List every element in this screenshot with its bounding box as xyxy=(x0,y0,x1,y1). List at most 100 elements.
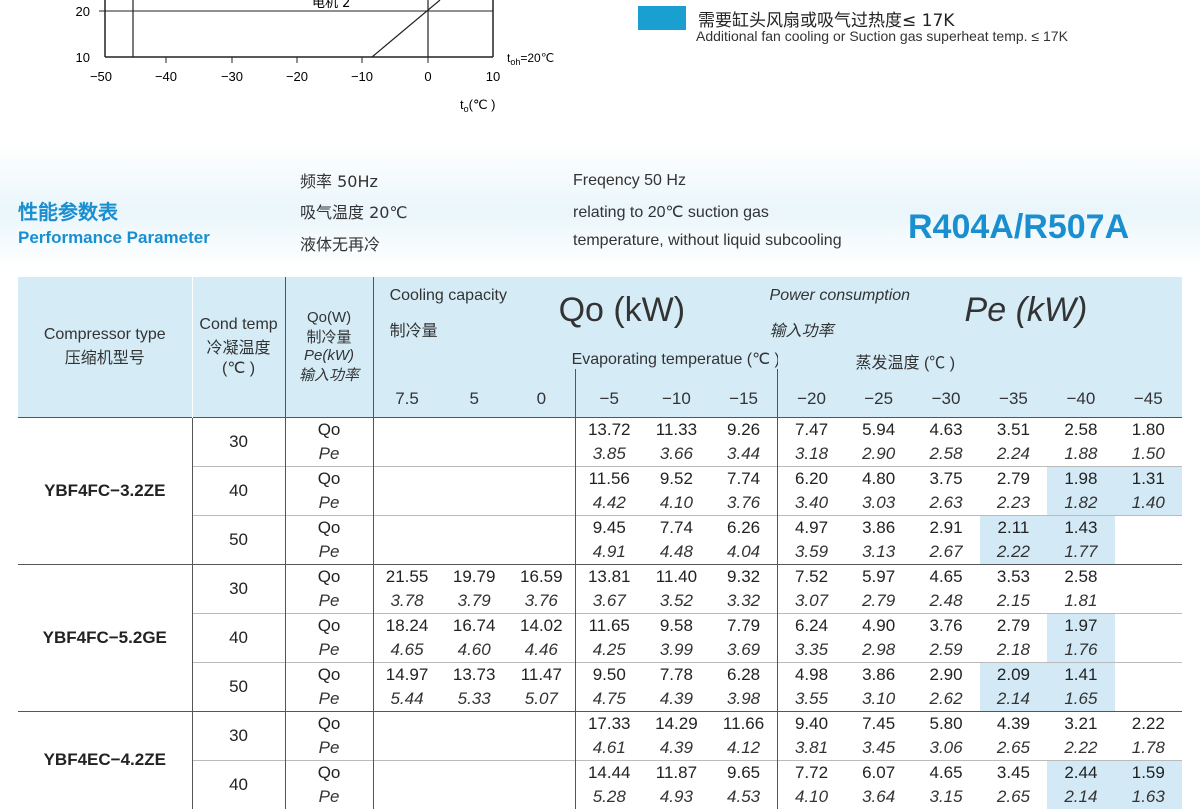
data-cell: 7.72 4.10 xyxy=(777,759,845,809)
qo-value: 9.40 xyxy=(794,713,829,733)
data-cell: 17.33 4.61 xyxy=(574,710,643,760)
qo-value: 6.26 xyxy=(727,517,761,537)
table-row: 50 Qo Pe 14.97 5.44 13.73 5.33 11.47 5.07 9.50 4.7… xyxy=(18,661,1182,711)
data-cell: 3.86 3.13 xyxy=(844,514,913,564)
cooling-capacity-en: Cooling capacity xyxy=(389,287,507,304)
pe-label: Pe xyxy=(318,492,340,512)
pe-value: 2.48 xyxy=(929,590,963,610)
qo-value: 1.31 xyxy=(1131,468,1165,488)
data-cell: 4.98 3.55 xyxy=(777,661,845,711)
qo-value: 4.65 xyxy=(929,566,963,586)
pe-value: 1.82 xyxy=(1064,492,1098,512)
qo-value: 6.20 xyxy=(794,468,829,488)
pe-value: 3.03 xyxy=(862,492,896,512)
pe-value: 1.40 xyxy=(1131,492,1165,512)
condition-cn: 吸气温度 20℃ xyxy=(300,203,408,222)
header-qo-w: Qo(W) xyxy=(306,308,352,326)
pe-value: 5.44 xyxy=(390,688,424,708)
x-tick-label: −40 xyxy=(155,69,177,84)
pe-value: 4.91 xyxy=(592,541,626,561)
qo-value: 11.33 xyxy=(655,419,698,439)
data-cell: 16.59 3.76 xyxy=(507,563,576,613)
evap-temp-header: −10 xyxy=(642,369,711,417)
data-cell: 9.26 3.44 xyxy=(710,416,778,466)
pe-value: 3.07 xyxy=(794,590,829,610)
qo-pe-labels: Qo Pe xyxy=(284,759,374,809)
cond-temp-value: 50 xyxy=(191,514,286,564)
pe-value: 3.35 xyxy=(794,639,829,659)
data-cell: 7.47 3.18 xyxy=(777,416,845,466)
data-cell: 3.45 2.65 xyxy=(979,759,1048,809)
data-cell: 11.56 4.42 xyxy=(574,465,643,515)
header-cond-unit: (℃ ) xyxy=(222,359,256,377)
qo-value: 16.74 xyxy=(452,615,496,635)
data-cell: 9.45 4.91 xyxy=(574,514,643,564)
pe-label: Pe xyxy=(318,590,340,610)
data-cell: 14.44 5.28 xyxy=(574,759,643,809)
qo-value: 2.90 xyxy=(929,664,963,684)
qo-value: 9.52 xyxy=(659,468,693,488)
table-row: 40 Qo Pe 11.56 4.42 9.52 4.10 7.74 3.76 6.20 3.40 4… xyxy=(18,465,1182,515)
table-row: 50 Qo Pe 9.45 4.91 7.74 4.48 6.26 4.04 4.97 3.59 3.… xyxy=(18,514,1182,564)
pe-value: 1.50 xyxy=(1131,443,1165,463)
qo-value: 6.28 xyxy=(727,664,761,684)
qo-value: 4.97 xyxy=(794,517,829,537)
data-cell: 9.58 3.99 xyxy=(642,612,711,662)
qo-value: 19.79 xyxy=(452,566,496,586)
qo-value: 2.11 xyxy=(997,517,1030,537)
qo-value: 7.74 xyxy=(727,468,761,488)
qo-value: 7.78 xyxy=(659,664,693,684)
data-cell: 1.97 1.76 xyxy=(1047,612,1115,662)
evap-temp-header: −5 xyxy=(574,369,643,417)
qo-value: 11.66 xyxy=(722,713,765,733)
qo-value: 16.59 xyxy=(520,566,563,586)
pe-value: 3.18 xyxy=(794,443,829,463)
data-cell: 21.55 3.78 xyxy=(373,563,441,613)
y-tick-label: 20 xyxy=(76,4,90,19)
condition-cn: 频率 50Hz xyxy=(300,172,378,191)
x-tick-label: −20 xyxy=(286,69,308,84)
evap-temp-header: −30 xyxy=(912,369,980,417)
qo-value: 7.74 xyxy=(659,517,693,537)
data-cell: 11.87 4.93 xyxy=(642,759,711,809)
qo-value: 14.02 xyxy=(520,615,563,635)
power-consumption-cn: 输入功率 xyxy=(769,323,834,340)
x-tick-label: 10 xyxy=(486,69,500,84)
header-qo-pe: Qo(W) 制冷量 Pe(kW) 输入功率 xyxy=(284,277,374,417)
cond-temp-value: 30 xyxy=(191,710,286,760)
data-cell: 7.79 3.69 xyxy=(710,612,778,662)
qo-value: 11.56 xyxy=(588,468,630,488)
qo-value: 11.40 xyxy=(655,566,698,586)
qo-label: Qo xyxy=(317,615,341,635)
data-cell xyxy=(507,514,576,564)
qo-value: 3.86 xyxy=(862,517,896,537)
qo-kw-label: Qo (kW) xyxy=(558,291,686,329)
data-cell: 3.21 2.22 xyxy=(1047,710,1115,760)
data-cell: 4.65 3.15 xyxy=(912,759,980,809)
qo-value: 5.97 xyxy=(862,566,896,586)
pe-value: 3.40 xyxy=(794,492,829,512)
qo-value: 11.65 xyxy=(588,615,630,635)
pe-value: 1.77 xyxy=(1064,541,1098,561)
pe-value: 2.90 xyxy=(862,443,896,463)
data-cell: 4.90 2.98 xyxy=(844,612,913,662)
qo-value: 4.98 xyxy=(794,664,829,684)
pe-value: 3.55 xyxy=(794,688,829,708)
qo-label: Qo xyxy=(317,713,341,733)
qo-value: 14.44 xyxy=(587,762,631,782)
qo-value: 11.87 xyxy=(655,762,698,782)
data-cell: 11.66 4.12 xyxy=(710,710,778,760)
pe-value: 2.67 xyxy=(929,541,963,561)
pe-value: 3.13 xyxy=(862,541,896,561)
evap-temp-header: −15 xyxy=(710,369,778,417)
evap-temp-header: −45 xyxy=(1114,369,1182,417)
header-cond-temp: Cond temp 冷凝温度 (℃ ) xyxy=(191,277,286,417)
data-cell: 7.74 4.48 xyxy=(642,514,711,564)
pe-value: 3.44 xyxy=(727,443,761,463)
pe-value: 2.98 xyxy=(862,639,896,659)
data-cell: 5.94 2.90 xyxy=(844,416,913,466)
pe-value: 3.32 xyxy=(727,590,761,610)
qo-value: 4.65 xyxy=(929,762,963,782)
data-cell: 11.65 4.25 xyxy=(574,612,643,662)
qo-value: 7.79 xyxy=(727,615,761,635)
